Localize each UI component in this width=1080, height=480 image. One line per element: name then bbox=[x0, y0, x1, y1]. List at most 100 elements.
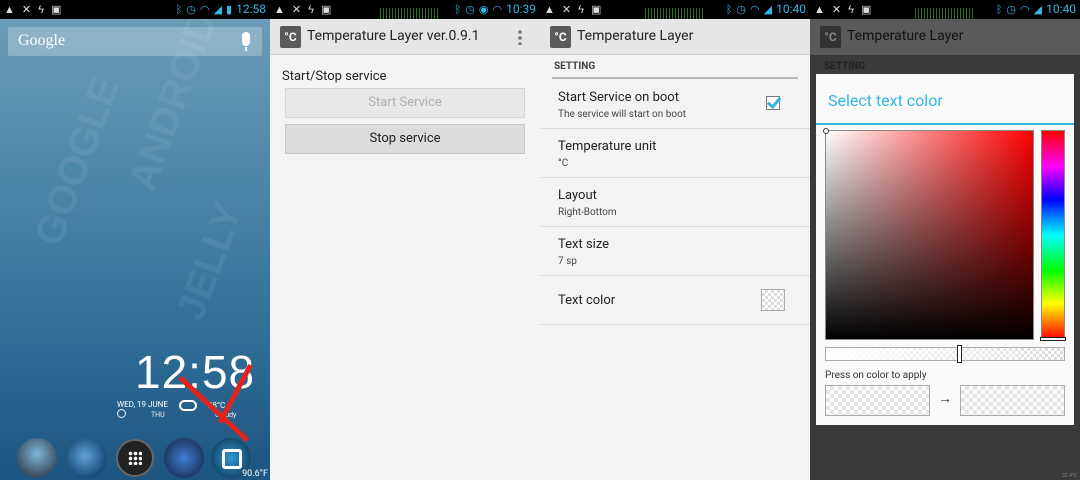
notification-icons: ▲ ✕ ϟ ▣ bbox=[274, 3, 331, 16]
signal-icon: ◢ bbox=[213, 2, 223, 16]
system-icons: ᛒ ◷ ◠ ◢ 10:40 bbox=[996, 2, 1076, 16]
notification-icon: ϟ bbox=[38, 3, 44, 16]
action-bar: °C Temperature Layer bbox=[540, 19, 810, 55]
notification-icon: ✕ bbox=[21, 3, 32, 16]
text-color-swatch[interactable] bbox=[761, 289, 785, 311]
notification-icon: ϟ bbox=[578, 3, 584, 16]
old-color-preview[interactable] bbox=[825, 385, 930, 416]
status-clock: 10:40 bbox=[776, 2, 806, 16]
temperature-overlay: 32.4°C bbox=[1062, 473, 1077, 479]
wallpaper-text: GOOGLE bbox=[26, 71, 129, 252]
pref-text-size[interactable]: Text size 7 sp bbox=[540, 227, 810, 276]
action-bar: °C Temperature Layer ver.0.9.1 bbox=[270, 19, 540, 55]
pref-title: Temperature unit bbox=[558, 139, 657, 154]
notification-icon: ✕ bbox=[291, 3, 302, 16]
notification-icon: ϟ bbox=[308, 3, 314, 16]
status-clock: 10:40 bbox=[1046, 2, 1076, 16]
browser-app-icon[interactable] bbox=[67, 438, 107, 478]
notification-icon: ▣ bbox=[860, 3, 872, 16]
notification-icon: ϟ bbox=[848, 3, 854, 16]
app-title: Temperature Layer bbox=[847, 28, 964, 44]
status-bar: ▲ ✕ ϟ ▣ ᛒ ◷ ◠ ◢ 10:40 bbox=[810, 0, 1080, 19]
pref-layout[interactable]: Layout Right-Bottom bbox=[540, 178, 810, 227]
battery-icon: ▮ bbox=[226, 2, 233, 16]
bluetooth-icon: ᛒ bbox=[175, 2, 183, 16]
apply-hint: Press on color to apply bbox=[825, 370, 927, 381]
app-main-panel: ▲ ✕ ϟ ▣ ᛒ ◷ ◉ ◠ 10:39 °C Temperature Layer … bbox=[270, 0, 540, 480]
pref-title: Text size bbox=[558, 237, 610, 252]
settings-category: SETTING bbox=[554, 61, 596, 72]
app-logo-icon[interactable]: °C bbox=[550, 26, 571, 48]
notification-icon: ▣ bbox=[590, 3, 602, 16]
new-color-preview[interactable] bbox=[960, 385, 1065, 416]
temperature-overlay: 90.6°F bbox=[242, 469, 268, 479]
status-bar: ▲ ✕ ϟ ▣ ᛒ ◷ ◉ ◠ 10:39 bbox=[270, 0, 540, 19]
color-picker-dialog: Select text color Press on color to appl… bbox=[816, 74, 1074, 425]
pref-summary: Right-Bottom bbox=[558, 207, 617, 218]
activity-graph bbox=[380, 8, 440, 19]
start-on-boot-checkbox[interactable] bbox=[766, 96, 780, 110]
status-clock: 10:39 bbox=[506, 2, 536, 16]
wifi-icon: ◠ bbox=[492, 2, 503, 16]
pref-start-on-boot[interactable]: Start Service on boot The service will s… bbox=[540, 80, 810, 129]
notification-icons: ▲ ✕ ϟ ▣ bbox=[544, 3, 601, 16]
pref-text-color[interactable]: Text color bbox=[540, 276, 810, 325]
notification-icons: ▲ ✕ ϟ ▣ bbox=[4, 3, 61, 16]
pref-temperature-unit[interactable]: Temperature unit °C bbox=[540, 129, 810, 178]
app-title: Temperature Layer ver.0.9.1 bbox=[307, 28, 480, 44]
color-picker-panel: ▲ ✕ ϟ ▣ ᛒ ◷ ◠ ◢ 10:40 °C Temperature Layer … bbox=[810, 0, 1080, 480]
alpha-slider[interactable] bbox=[825, 345, 1065, 363]
notification-icon: ▣ bbox=[320, 3, 332, 16]
category-divider bbox=[552, 77, 798, 79]
hue-slider[interactable] bbox=[1040, 130, 1066, 341]
service-section-label: Start/Stop service bbox=[282, 69, 387, 84]
system-icons: ᛒ ◷ ◉ ◠ 10:39 bbox=[455, 2, 536, 16]
home-screen-panel: GOOGLE ANDROID JELLY ▲ ✕ ϟ ▣ ᛒ ◷ ◠ ◢ ▮ 12:5… bbox=[0, 0, 270, 480]
bluetooth-icon: ᛒ bbox=[995, 2, 1003, 16]
screenshot-strip: GOOGLE ANDROID JELLY ▲ ✕ ϟ ▣ ᛒ ◷ ◠ ◢ ▮ 12:5… bbox=[0, 0, 1080, 480]
notification-icon: ▲ bbox=[4, 3, 15, 16]
notification-icon: ✕ bbox=[561, 3, 572, 16]
dialog-title-divider bbox=[816, 123, 1074, 125]
app-logo-icon[interactable]: °C bbox=[280, 26, 301, 48]
contacts-app-icon[interactable] bbox=[17, 438, 57, 478]
notification-icon: ▲ bbox=[814, 3, 825, 16]
alarm-icon: ◷ bbox=[186, 2, 196, 16]
system-icons: ᛒ ◷ ◠ ◢ 10:40 bbox=[726, 2, 806, 16]
action-bar: °C Temperature Layer bbox=[810, 19, 1080, 55]
wifi-icon: ◠ bbox=[199, 2, 210, 16]
sv-picker-handle[interactable] bbox=[823, 128, 829, 134]
clock-widget-date: WED, 19 JUNE bbox=[117, 400, 168, 409]
hue-slider-handle[interactable] bbox=[1040, 337, 1066, 341]
alarm-day: THU bbox=[151, 411, 165, 419]
alarm-icon: ◷ bbox=[465, 2, 475, 16]
bluetooth-icon: ᛒ bbox=[725, 2, 733, 16]
signal-icon: ◢ bbox=[1033, 2, 1043, 16]
notification-icons: ▲ ✕ ϟ ▣ bbox=[814, 3, 871, 16]
alarm-icon: ◷ bbox=[736, 2, 747, 16]
wallpaper-text: JELLY bbox=[168, 197, 252, 326]
saturation-value-picker[interactable] bbox=[823, 128, 1034, 340]
app-title: Temperature Layer bbox=[577, 28, 694, 44]
stop-service-button[interactable]: Stop service bbox=[285, 124, 525, 154]
google-search-label: Google bbox=[18, 32, 66, 49]
system-icons: ᛒ ◷ ◠ ◢ ▮ 12:58 bbox=[176, 2, 266, 16]
google-search-bar[interactable]: Google bbox=[8, 27, 262, 56]
microphone-icon[interactable] bbox=[242, 32, 250, 51]
pref-title: Text color bbox=[558, 293, 616, 308]
status-clock: 12:58 bbox=[236, 2, 266, 16]
activity-graph bbox=[915, 8, 975, 19]
app-drawer-icon[interactable] bbox=[116, 439, 154, 477]
pref-summary: 7 sp bbox=[558, 256, 577, 267]
start-service-button[interactable]: Start Service bbox=[285, 88, 525, 118]
folder-app-icon[interactable] bbox=[164, 438, 204, 478]
alarm-icon bbox=[117, 409, 126, 418]
activity-graph bbox=[645, 8, 705, 19]
cloud-icon bbox=[179, 400, 197, 411]
settings-category: SETTING bbox=[824, 61, 866, 72]
dialog-title: Select text color bbox=[828, 91, 943, 110]
alarm-icon: ◷ bbox=[1006, 2, 1017, 16]
overflow-menu-icon[interactable] bbox=[518, 29, 522, 45]
alpha-slider-handle[interactable] bbox=[957, 345, 962, 363]
pref-summary: °C bbox=[558, 158, 569, 169]
